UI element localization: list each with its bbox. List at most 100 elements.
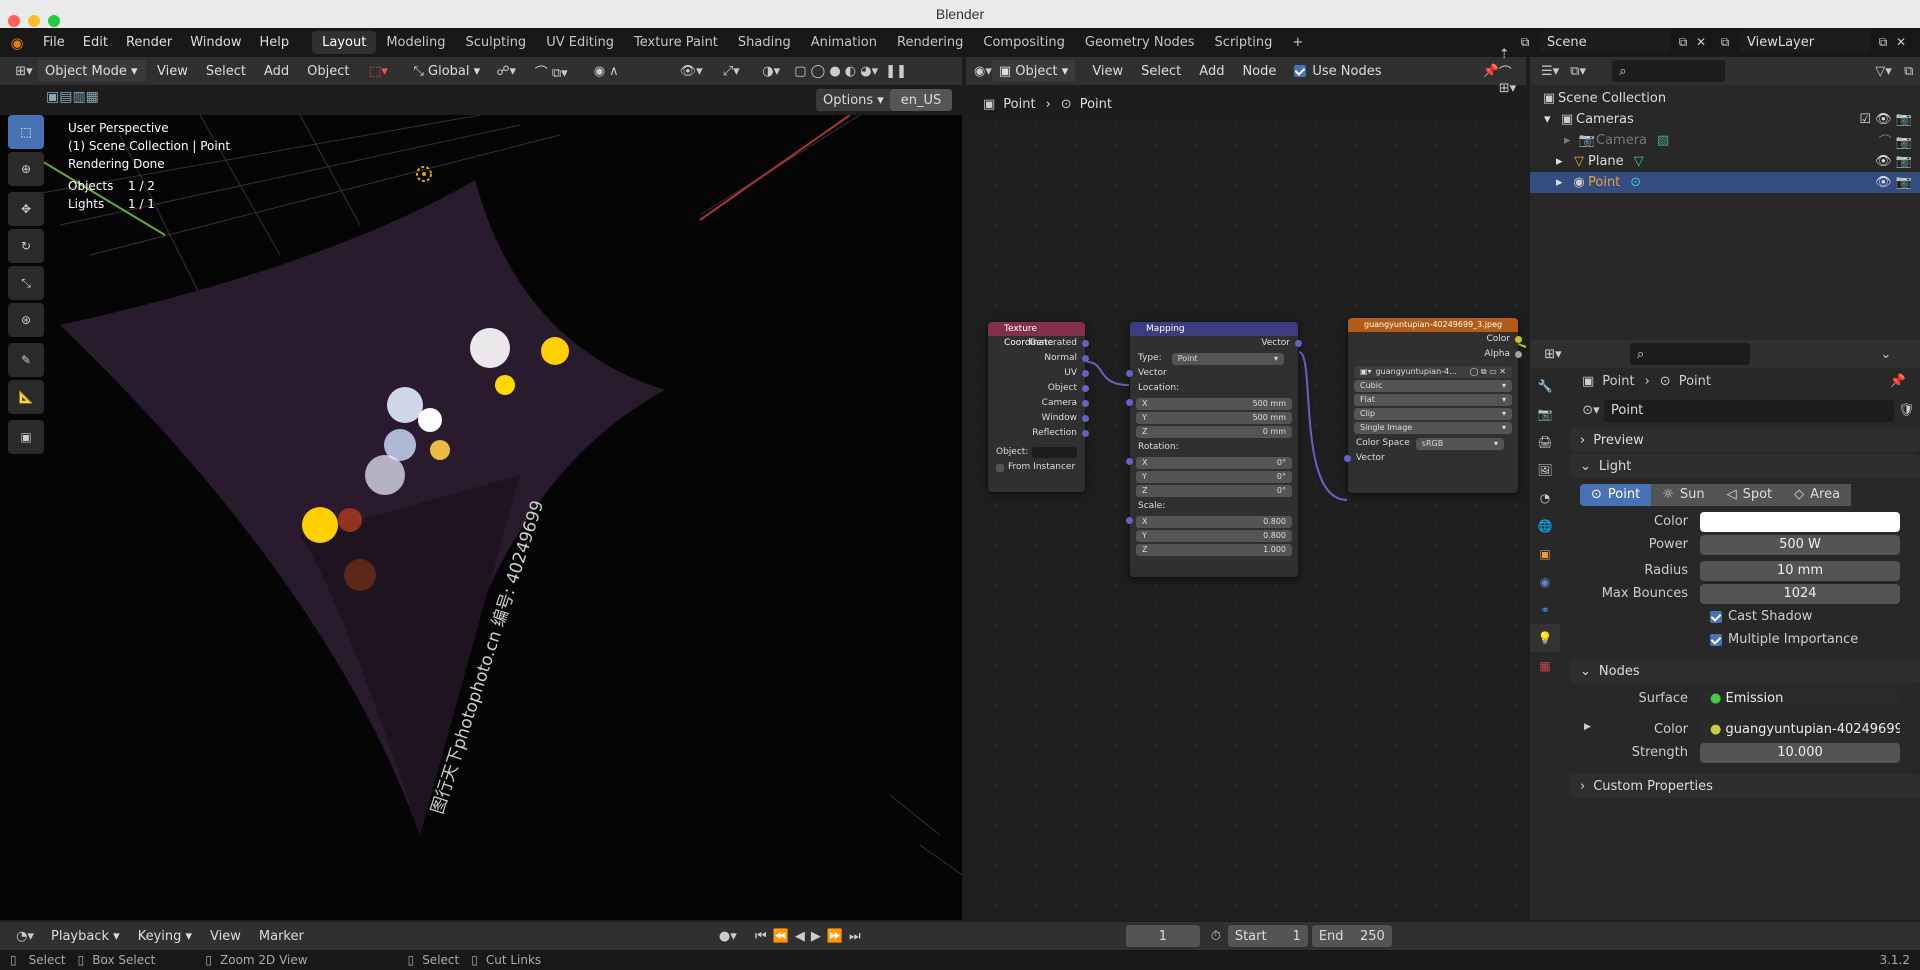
mapping-type-dropdown[interactable]: Point ▾	[1171, 352, 1284, 365]
node-menu-select[interactable]: Select	[1134, 60, 1188, 82]
outliner-item-cameras[interactable]: ▾ ▣ Cameras ☑ 👁 📷	[1530, 109, 1920, 130]
tex-coord-object-field[interactable]	[1032, 447, 1077, 458]
output-socket[interactable]	[1082, 355, 1089, 362]
pin-icon[interactable]: 📌	[1890, 374, 1906, 389]
menu-select[interactable]: Select	[199, 60, 253, 82]
render-tab-icon[interactable]: 📷	[1530, 400, 1560, 428]
cast-shadow-row[interactable]: Cast Shadow	[1570, 605, 1920, 628]
proportional-edit-icon[interactable]: ◉ ∧	[581, 64, 631, 79]
orientation-dropdown[interactable]: ⤡ Global ▾	[406, 60, 487, 82]
cast-shadow-checkbox[interactable]	[1710, 610, 1722, 623]
menu-file[interactable]: File	[34, 35, 74, 50]
auto-key-icon[interactable]: ●▾	[710, 929, 746, 944]
from-instancer-checkbox[interactable]	[996, 463, 1004, 472]
datablock-name-field[interactable]: Point	[1604, 399, 1894, 422]
outliner-search[interactable]: ⌕	[1612, 60, 1726, 82]
annotate-tool[interactable]: ✎	[8, 343, 44, 377]
use-nodes-toggle[interactable]: Use Nodes	[1287, 60, 1388, 82]
options-dropdown[interactable]: Options ▾	[816, 89, 891, 111]
menu-edit[interactable]: Edit	[74, 35, 117, 50]
object-tab-icon[interactable]: ▣	[1530, 540, 1560, 568]
input-socket[interactable]	[1126, 458, 1133, 465]
rotation-x-field[interactable]: X 0°	[1136, 457, 1292, 469]
keying-menu[interactable]: Keying ▾	[131, 925, 199, 947]
plane-mesh[interactable]	[60, 180, 665, 835]
tab-scripting[interactable]: Scripting	[1205, 31, 1283, 54]
menu-add[interactable]: Add	[257, 60, 296, 82]
scale-z-field[interactable]: Z 1.000	[1136, 544, 1292, 556]
outliner-scene-collection[interactable]: ▣ Scene Collection	[1530, 88, 1920, 109]
light-data-icon[interactable]: ⊙▾	[1578, 403, 1604, 418]
output-socket[interactable]	[1082, 400, 1089, 407]
editor-type-icon[interactable]: ⊞▾	[10, 64, 38, 79]
multiple-importance-row[interactable]: Multiple Importance	[1570, 628, 1920, 651]
mapping-header[interactable]: Mapping	[1130, 322, 1298, 336]
nodes-panel-header[interactable]: ⌄ Nodes	[1570, 659, 1920, 683]
color-swatch[interactable]	[1700, 511, 1900, 532]
menu-help[interactable]: Help	[251, 35, 299, 50]
world-tab-icon[interactable]: 🌐	[1530, 512, 1560, 540]
color-space-dropdown[interactable]: sRGB ▾	[1415, 437, 1504, 450]
blender-logo-icon[interactable]: ◉	[0, 34, 34, 52]
outliner-item-point[interactable]: ▸ ◉ Point ⊙ 👁 📷	[1530, 172, 1920, 193]
new-view-layer-icon[interactable]: ⧉	[1874, 35, 1892, 50]
rotation-z-field[interactable]: Z 0°	[1136, 485, 1292, 497]
properties-search[interactable]: ⌕	[1630, 343, 1750, 365]
display-mode-icon[interactable]: ⧉▾	[1564, 64, 1592, 79]
strength-field[interactable]: 10.000	[1700, 742, 1900, 763]
minimize-window-button[interactable]	[28, 15, 40, 27]
filter-icon[interactable]: ▽▾	[1869, 64, 1897, 79]
outliner-item-camera[interactable]: ▸ 📷 Camera ▧ ⌒ 📷	[1530, 130, 1920, 151]
input-socket[interactable]	[1126, 517, 1133, 524]
from-instancer-row[interactable]: From Instancer	[988, 460, 1085, 475]
scale-x-field[interactable]: X 0.800	[1136, 516, 1292, 528]
input-socket[interactable]	[1126, 399, 1133, 406]
snap-icon[interactable]: ⌒ ⧉▾	[521, 62, 581, 81]
radius-field[interactable]: 10 mm	[1700, 560, 1900, 581]
output-socket[interactable]	[1295, 340, 1302, 347]
stopwatch-icon[interactable]: ⏱	[1204, 929, 1228, 944]
pin-icon[interactable]: 📌	[1483, 64, 1499, 79]
power-field[interactable]: 500 W	[1700, 534, 1900, 555]
language-button[interactable]: en_US	[890, 89, 952, 111]
output-socket[interactable]	[1082, 370, 1089, 377]
output-socket[interactable]	[1515, 336, 1522, 343]
tab-sculpting[interactable]: Sculpting	[455, 31, 536, 54]
node-menu-add[interactable]: Add	[1192, 60, 1231, 82]
shading-modes-icon[interactable]: ▢ ◯ ● ◐ ◕▾	[791, 64, 881, 79]
light-type-spot[interactable]: ◁ Spot	[1715, 484, 1784, 506]
image-texture-node[interactable]: guangyuntupian-40249699_3.jpeg Color Alp…	[1344, 318, 1522, 493]
add-cube-tool[interactable]: ▣	[8, 420, 44, 454]
measure-tool[interactable]: 📐	[8, 380, 44, 414]
tab-layout[interactable]: Layout	[312, 31, 377, 54]
output-socket[interactable]	[1082, 385, 1089, 392]
scale-tool[interactable]: ⤡	[8, 266, 44, 300]
light-type-sun[interactable]: ☼ Sun	[1651, 484, 1716, 506]
input-socket[interactable]	[1344, 455, 1351, 462]
menu-window[interactable]: Window	[181, 35, 250, 50]
multiple-importance-checkbox[interactable]	[1710, 633, 1722, 646]
tab-geometry-nodes[interactable]: Geometry Nodes	[1075, 31, 1205, 54]
expand-arrow-icon[interactable]: ▸	[1556, 154, 1570, 169]
interpolation-dropdown[interactable]: Cubic ▾	[1354, 380, 1512, 392]
view-layer-icon[interactable]: ⧉	[1710, 35, 1740, 50]
output-socket[interactable]	[1082, 340, 1089, 347]
close-window-button[interactable]	[8, 15, 20, 27]
input-socket[interactable]	[1126, 370, 1133, 377]
image-datablock-field[interactable]: ▣▾ guangyuntupian-4... ◯ ⧉ ▭ ✕	[1354, 366, 1512, 378]
playback-controls-icons[interactable]: ⏮⏪◀▶⏩⏭	[746, 929, 876, 944]
light-type-area[interactable]: ◇ Area	[1783, 484, 1852, 506]
current-frame-field[interactable]: 1	[1125, 925, 1200, 947]
properties-options-icon[interactable]: ⌄	[1874, 347, 1898, 362]
tab-modeling[interactable]: Modeling	[376, 31, 455, 54]
physics-tab-icon[interactable]: ◉	[1530, 568, 1560, 596]
light-type-point[interactable]: ⊙ Point	[1580, 484, 1652, 506]
projection-dropdown[interactable]: Flat ▾	[1354, 394, 1512, 406]
tab-texture-paint[interactable]: Texture Paint	[624, 31, 728, 54]
output-socket[interactable]	[1082, 415, 1089, 422]
view-layer-tab-icon[interactable]: 🖼	[1530, 456, 1560, 484]
timeline-editor-icon[interactable]: ◔▾	[6, 929, 44, 944]
snap-node-icons[interactable]: ⇡ ⌒ ⊞▾	[1499, 47, 1526, 96]
scene-field[interactable]: Scene	[1540, 31, 1670, 53]
output-tab-icon[interactable]: 🖨	[1530, 428, 1560, 456]
